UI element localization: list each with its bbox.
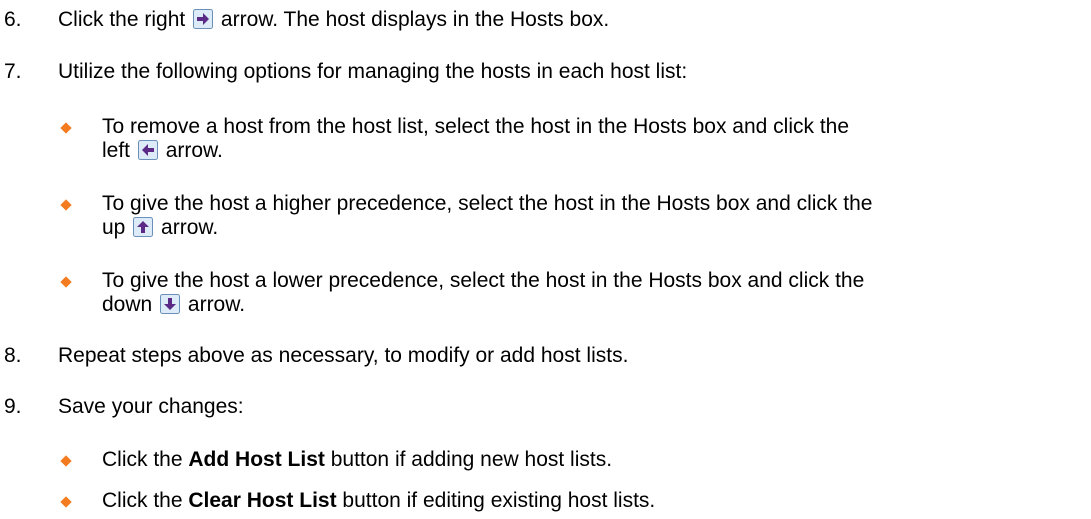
step-9: Save your changes: xyxy=(58,395,244,418)
step-number: 9. xyxy=(4,395,22,418)
step-number: 7. xyxy=(4,60,22,83)
step-number: 8. xyxy=(4,344,22,367)
step-6-text-after: arrow. The host displays in the Hosts bo… xyxy=(220,8,610,31)
bullet-higher-text-before: up xyxy=(102,216,126,239)
bullet-lower-line2: down arrow. xyxy=(102,293,245,317)
bullet-clear-host-list: Click the Clear Host List button if edit… xyxy=(102,489,655,513)
bullet-remove-text-before: left xyxy=(102,139,131,162)
bullet-lower-text-before: down xyxy=(102,293,153,316)
bullet-remove-line2: left arrow. xyxy=(102,139,223,163)
bullet-higher-text-after: arrow. xyxy=(161,216,219,239)
left-arrow-icon xyxy=(137,140,158,160)
bullet-remove-text-after: arrow. xyxy=(165,139,223,162)
bullet-marker xyxy=(60,496,72,508)
step-6-text-before: Click the right xyxy=(58,8,186,31)
up-arrow-icon xyxy=(133,217,154,237)
bullet-clear-pre: Click the xyxy=(102,489,183,512)
step-number: 6. xyxy=(4,8,22,31)
add-host-list-label: Add Host List xyxy=(188,448,325,471)
bullet-marker xyxy=(60,199,72,211)
bullet-lower-text-after: arrow. xyxy=(187,293,246,316)
right-arrow-icon xyxy=(193,9,214,29)
bullet-higher-line2: up arrow. xyxy=(102,216,218,240)
clear-host-list-label: Clear Host List xyxy=(188,489,337,512)
bullet-marker xyxy=(60,455,72,467)
step-7: Utilize the following options for managi… xyxy=(58,60,688,83)
bullet-add-pre: Click the xyxy=(102,448,183,471)
bullet-add-post: button if adding new host lists. xyxy=(330,448,613,471)
bullet-clear-post: button if editing existing host lists. xyxy=(342,489,656,512)
bullet-lower-line1: To give the host a lower precedence, sel… xyxy=(102,269,865,292)
bullet-marker xyxy=(60,122,72,134)
bullet-marker xyxy=(60,276,72,288)
down-arrow-icon xyxy=(160,294,181,314)
step-8: Repeat steps above as necessary, to modi… xyxy=(58,344,629,367)
step-6: Click the right arrow. The host displays… xyxy=(58,8,609,32)
bullet-remove-line1: To remove a host from the host list, sel… xyxy=(102,115,850,138)
bullet-higher-line1: To give the host a higher precedence, se… xyxy=(102,192,873,215)
bullet-add-host-list: Click the Add Host List button if adding… xyxy=(102,448,612,472)
